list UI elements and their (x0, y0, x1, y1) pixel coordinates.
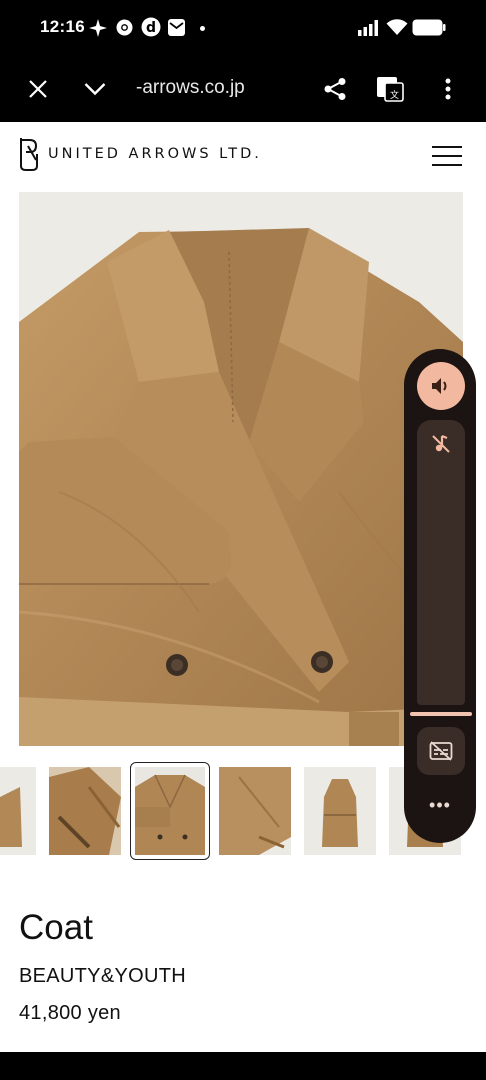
media-mute-button[interactable] (417, 420, 465, 468)
sparkle-icon (89, 19, 107, 37)
volume-panel: ••• (404, 349, 476, 843)
more-vertical-icon (445, 78, 451, 100)
volume-slider[interactable] (417, 420, 465, 705)
bottom-bar (0, 1052, 486, 1080)
ringer-mode-button[interactable] (417, 362, 465, 410)
d-app-icon: d (141, 17, 161, 37)
thumbnail-2[interactable] (49, 767, 121, 855)
hamburger-menu-icon[interactable] (432, 144, 464, 168)
share-button[interactable] (320, 74, 350, 104)
product-name: Coat (19, 908, 93, 947)
minimize-button[interactable] (80, 74, 110, 104)
thumbnail-1[interactable] (0, 767, 36, 855)
status-time: 12:16 (40, 17, 85, 36)
share-icon (324, 78, 346, 100)
browser-toolbar: -arrows.co.jp G文 (0, 56, 486, 122)
wifi-icon (386, 19, 408, 35)
mute-notification-icon (432, 434, 450, 453)
logo-mark-icon[interactable] (18, 136, 40, 172)
translate-icon: G文 (377, 77, 404, 102)
chrome-icon (116, 19, 133, 36)
product-brand[interactable]: BEAUTY&YOUTH (19, 965, 186, 988)
translate-button[interactable]: G文 (375, 74, 405, 104)
product-price: 41,800 yen (19, 1002, 121, 1024)
thumbnail-3[interactable] (130, 762, 210, 860)
status-bar: 12:16 d (0, 0, 486, 56)
logo-text[interactable]: UNITED ARROWS LTD. (48, 146, 262, 162)
svg-text:d: d (146, 20, 156, 36)
product-main-image[interactable] (19, 192, 463, 746)
site-header: UNITED ARROWS LTD. (0, 122, 486, 192)
captions-off-icon (429, 741, 453, 761)
more-options-button[interactable] (433, 74, 463, 104)
url-text[interactable]: -arrows.co.jp (136, 77, 245, 99)
svg-text:文: 文 (390, 89, 399, 101)
thumbnail-5[interactable] (304, 767, 376, 855)
close-tab-button[interactable] (23, 74, 53, 104)
coat-image (19, 192, 463, 746)
dot-icon (200, 26, 205, 31)
more-horizontal-icon[interactable]: ••• (424, 795, 456, 819)
volume-level-indicator (410, 712, 472, 716)
live-caption-button[interactable] (417, 727, 465, 775)
signal-icon (358, 20, 378, 36)
thumbnail-4[interactable] (219, 767, 291, 855)
chevron-down-icon (84, 83, 106, 96)
mail-icon (168, 19, 185, 36)
close-icon (29, 80, 47, 98)
battery-icon (412, 19, 446, 36)
speaker-icon (432, 378, 447, 394)
